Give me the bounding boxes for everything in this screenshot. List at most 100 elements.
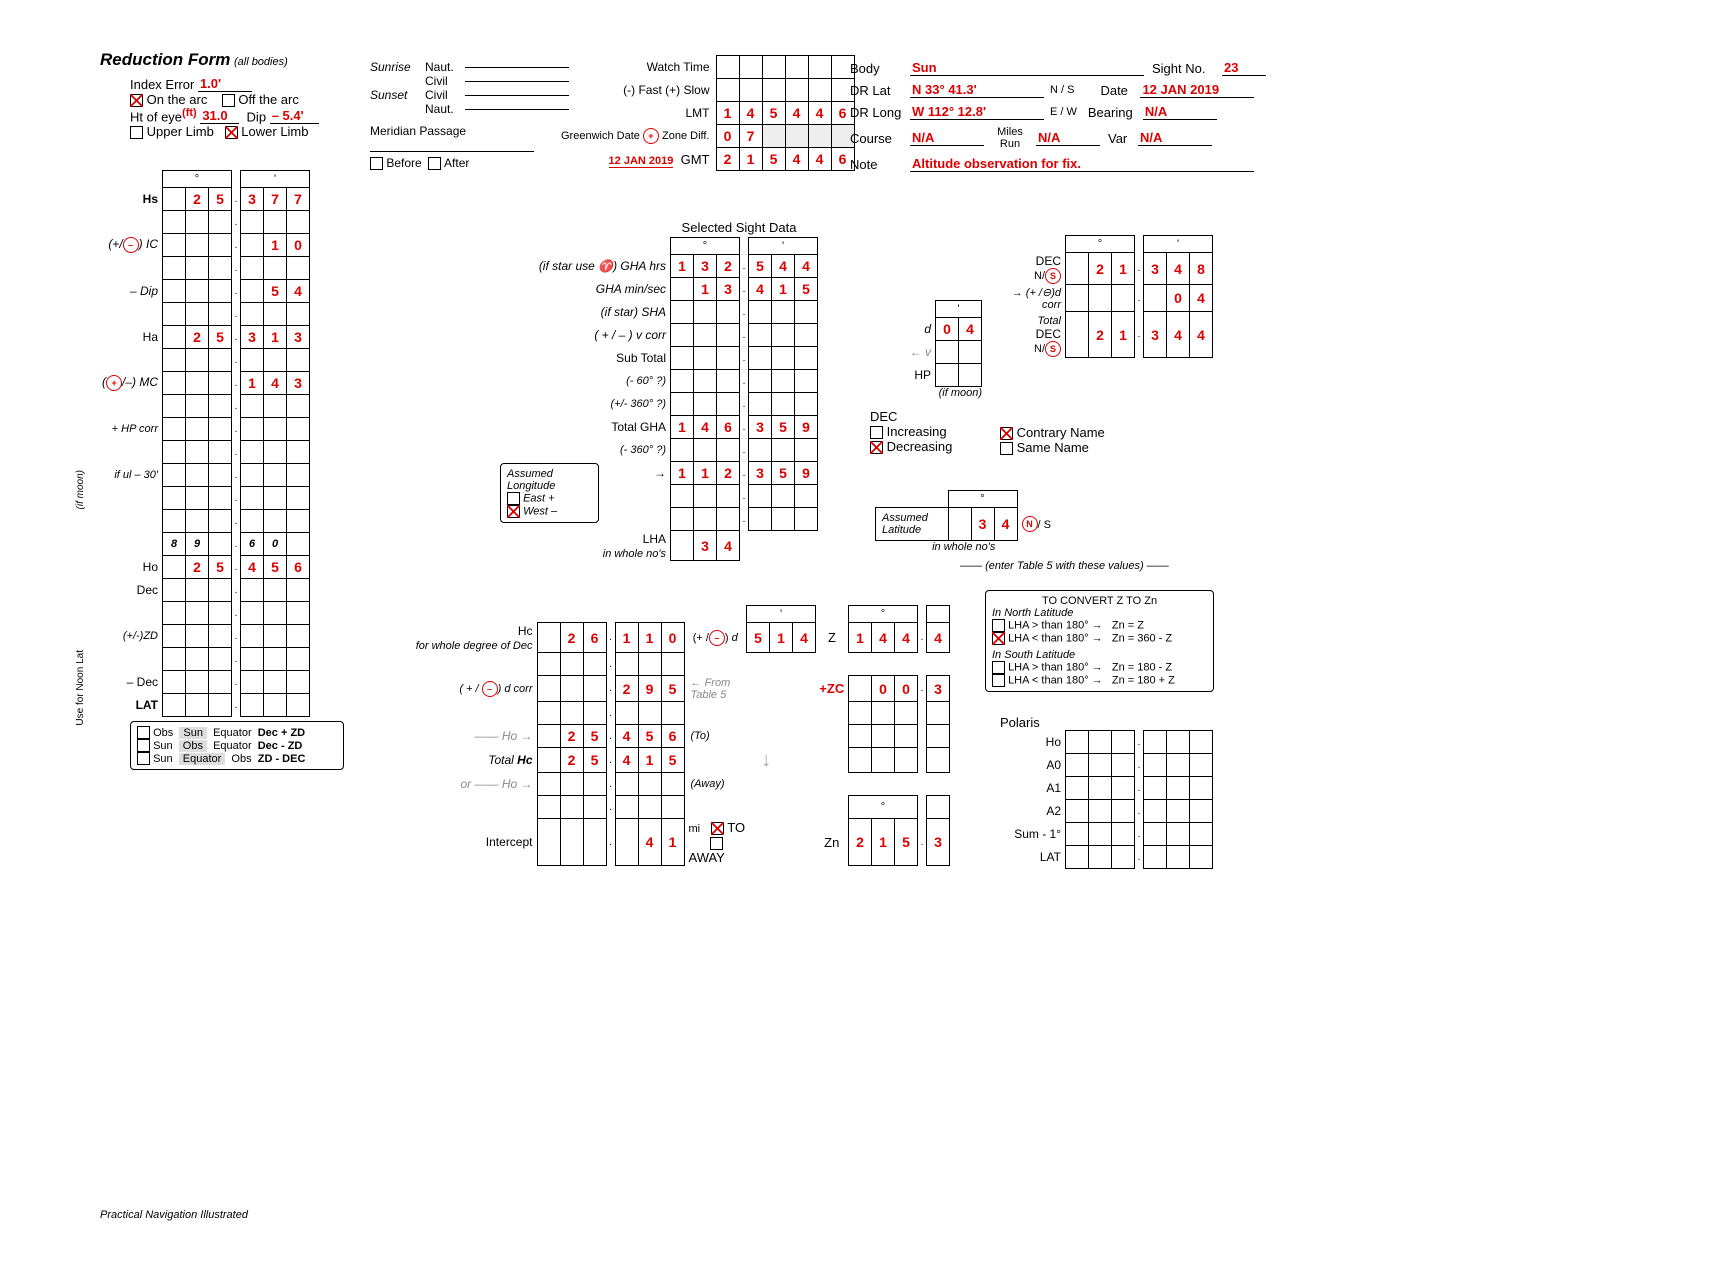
total-dec-label: DEC [1036,327,1061,341]
lha-lt-s-cb[interactable] [992,674,1005,687]
drlong-value[interactable]: W 112° 12.8' [910,104,1044,120]
sunrise-civil-field[interactable] [465,81,569,82]
index-error-label: Index Error [130,77,194,92]
same-label: Same Name [1017,440,1089,455]
lower-limb-label: Lower Limb [241,124,308,139]
var-value[interactable]: N/A [1138,130,1212,146]
drlat-value[interactable]: N 33° 41.3' [910,82,1044,98]
minus60-label: (- 60° ?) [500,370,671,393]
noon-cb-2[interactable] [137,739,150,752]
altitude-reduction-table: °' Hs 25. 377 . (+/–) IC . 10 . – Dip . … [90,170,310,717]
east-checkbox[interactable] [507,492,520,505]
upper-limb-label: Upper Limb [147,124,214,139]
convert-z-box: TO CONVERT Z TO Zn In North Latitude LHA… [985,590,1214,692]
lha-lt-n-cb[interactable] [992,632,1005,645]
miles-value[interactable]: N/A [1036,130,1100,146]
course-value[interactable]: N/A [910,130,984,146]
course-label: Course [850,131,910,146]
sunrise-label: Sunrise [370,60,425,74]
same-checkbox[interactable] [1000,442,1013,455]
fast-slow-label: (-) Fast (+) Slow [560,79,716,102]
assumed-lat-label: Assumed Latitude [876,508,949,541]
dip-value[interactable]: – 5.4' [270,108,319,124]
lmt-label: LMT [560,102,716,125]
decreasing-checkbox[interactable] [870,441,883,454]
meridian-passage-label: Meridian Passage [370,124,569,138]
bearing-value[interactable]: N/A [1143,104,1217,120]
ew-label: E / W [1044,106,1083,118]
after-label: After [444,156,469,170]
dec-heading: DEC [870,409,982,424]
sunset-civil-field[interactable] [465,95,569,96]
after-checkbox[interactable] [428,157,441,170]
ns-label: N / S [1044,84,1080,96]
zone-diff-label: Zone Diff. [662,130,710,142]
naut-label-1: Naut. [425,60,465,74]
west-label: West – [523,505,557,517]
meridian-passage-field[interactable] [370,151,534,152]
lha-gt-s-cb[interactable] [992,661,1005,674]
noon-cb-1[interactable] [137,726,150,739]
ht-eye-value[interactable]: 31.0 [200,108,239,124]
sunset-naut-field[interactable] [465,109,569,110]
hc-d-sign: (+ /–) d [684,623,747,653]
index-error-value[interactable]: 1.0' [198,76,252,92]
noon-cb-3[interactable] [137,752,150,765]
naut-label-2: Naut. [425,102,465,116]
off-arc-label: Off the arc [238,92,298,107]
increasing-checkbox[interactable] [870,426,883,439]
d-label: d [870,318,936,341]
zc-label: +ZC [816,676,849,702]
sight-no-label: Sight No. [1144,61,1222,76]
minus360b-label: (- 360° ?) [500,439,671,462]
lower-limb-checkbox[interactable] [225,126,238,139]
hc-label: Hc [518,624,533,638]
time-table: Watch Time (-) Fast (+) Slow LMT 145446 … [560,55,855,171]
lha-sub: in whole no's [603,548,666,560]
mi-label: mi [689,823,701,835]
var-label: Var [1100,131,1138,146]
to-cb-label: TO [727,820,745,835]
polaris-lat: LAT [1000,846,1066,869]
sha-label: (if star) SHA [500,301,671,324]
on-arc-checkbox[interactable] [130,94,143,107]
sunrise-naut-field[interactable] [465,67,569,68]
body-label: Body [850,61,910,76]
lha-gt-n-cb[interactable] [992,619,1005,632]
ic-label: (+/–) IC [90,234,163,257]
sunset-label: Sunset [370,88,425,102]
contrary-checkbox[interactable] [1000,427,1013,440]
dec-row: Dec [90,579,163,602]
hc-sub: for whole degree of Dec [416,640,533,652]
miles-run-label: Miles Run [984,126,1036,150]
polaris-a2: A2 [1000,800,1066,823]
polaris-a1: A1 [1000,777,1066,800]
note-value[interactable]: Altitude observation for fix. [910,156,1254,172]
noon-lat-side-label: Use for Noon Lat [75,650,86,726]
dec-south-circle: S [1045,268,1061,284]
to-label: (To) [684,725,747,748]
body-value[interactable]: Sun [910,60,1144,76]
note-label: Note [850,157,910,172]
hc-table: '° Hcfor whole degree of Dec 26. 110 (+ … [385,605,950,866]
dvhp-table: ' d04 ← v HP [870,300,982,387]
hs-label: Hs [90,188,163,211]
mc-label: (+/–) MC [90,372,163,395]
off-arc-checkbox[interactable] [222,94,235,107]
sight-no-value[interactable]: 23 [1222,60,1266,76]
assumed-lat-n-circle: N [1022,516,1038,532]
to-checkbox[interactable] [711,822,724,835]
upper-limb-checkbox[interactable] [130,126,143,139]
on-arc-label: On the arc [147,92,208,107]
assumed-long-box: Assumed Longitude East + West – [500,463,599,523]
east-label: East + [523,492,555,504]
date-value[interactable]: 12 JAN 2019 [1140,82,1254,98]
plus-circle-icon: + [643,128,659,144]
gha-ms-label: GHA min/sec [500,278,671,301]
west-checkbox[interactable] [507,505,520,518]
before-checkbox[interactable] [370,157,383,170]
intercept-label: Intercept [385,819,537,866]
z-label: Z [816,623,849,653]
away-checkbox[interactable] [710,837,723,850]
decreasing-label: Decreasing [887,439,953,454]
